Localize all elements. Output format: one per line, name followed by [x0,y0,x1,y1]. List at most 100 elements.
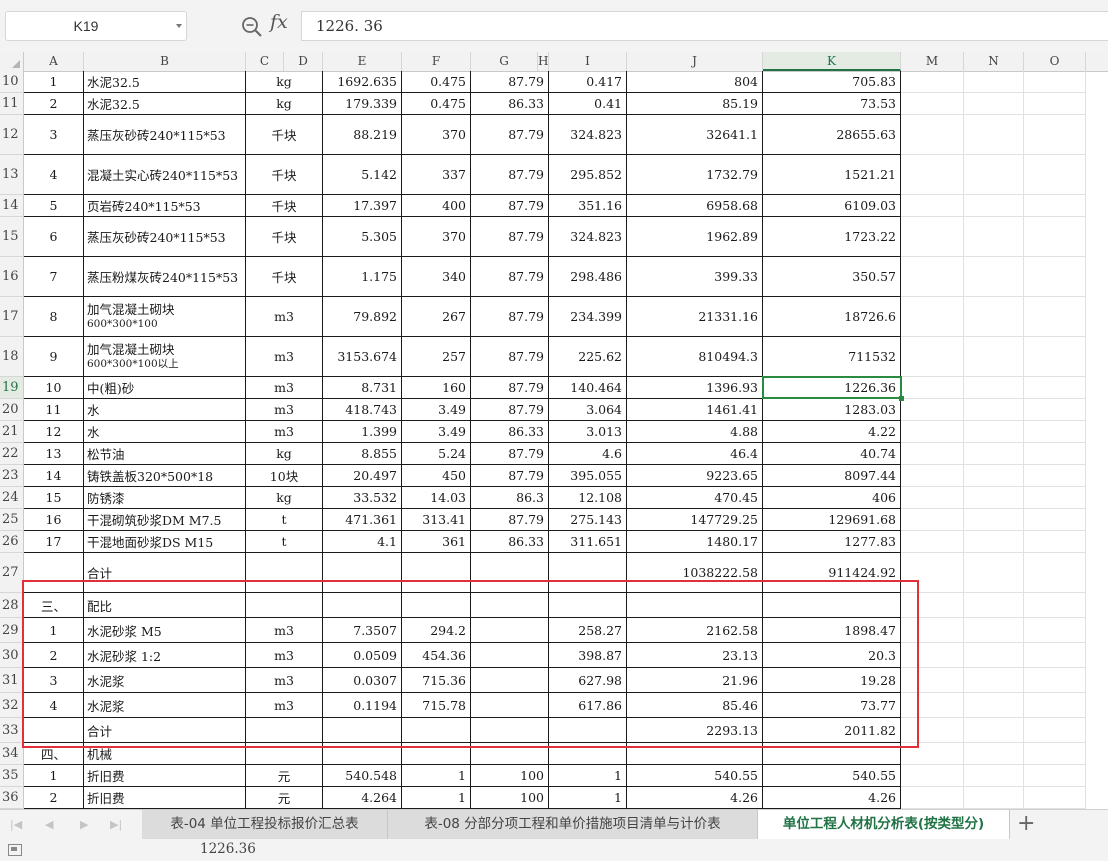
cell-m[interactable] [901,71,964,93]
cell-i[interactable]: 0.41 [549,93,627,115]
prev-sheet-icon[interactable]: ◀ [45,818,53,831]
cell-j[interactable]: 147729.25 [627,509,763,531]
tab-sheet-04[interactable]: 表-04 单位工程投标报价汇总表 [142,810,388,839]
cell-j[interactable]: 21.96 [627,668,763,693]
cell-m[interactable] [901,787,964,809]
cell-j[interactable]: 1038222.58 [627,553,763,593]
cell-c[interactable] [246,718,323,743]
cell-b[interactable]: 防锈漆 [84,487,246,509]
cell-e[interactable]: 1692.635 [323,71,402,93]
cell-g[interactable]: 87.79 [471,115,549,155]
column-header-f[interactable]: F [402,52,471,71]
cell-g[interactable] [471,593,549,618]
cell-g[interactable]: 87.79 [471,465,549,487]
cell-b[interactable]: 干混地面砂浆DS M15 [84,531,246,553]
row-header[interactable]: 31 [0,668,24,693]
cell-b[interactable]: 水泥砂浆 1:2 [84,643,246,668]
cell-c[interactable]: t [246,531,323,553]
row-header[interactable]: 29 [0,618,24,643]
cell-a[interactable]: 13 [24,443,84,465]
cell-o[interactable] [1024,93,1086,115]
cell-n[interactable] [964,377,1024,399]
column-header-j[interactable]: J [627,52,763,71]
cell-g[interactable]: 100 [471,765,549,787]
cell-f[interactable]: 160 [402,377,471,399]
cell-a[interactable]: 14 [24,465,84,487]
cell-e[interactable]: 0.0509 [323,643,402,668]
cell-a[interactable]: 四、 [24,743,84,765]
cell-o[interactable] [1024,195,1086,217]
cell-e[interactable]: 3153.674 [323,337,402,377]
cell-n[interactable] [964,421,1024,443]
cell-m[interactable] [901,668,964,693]
cell-c[interactable]: 千块 [246,217,323,257]
cell-m[interactable] [901,553,964,593]
cell-g[interactable]: 87.79 [471,443,549,465]
cell-g[interactable]: 87.79 [471,337,549,377]
cell-f[interactable]: 3.49 [402,421,471,443]
cell-g[interactable]: 87.79 [471,509,549,531]
cell-m[interactable] [901,443,964,465]
cell-b[interactable]: 配比 [84,593,246,618]
cell-n[interactable] [964,155,1024,195]
cell-f[interactable]: 313.41 [402,509,471,531]
cell-g[interactable] [471,553,549,593]
cell-c[interactable]: m3 [246,297,323,337]
macro-icon[interactable] [8,844,22,856]
row-header[interactable]: 13 [0,155,24,195]
cell-k[interactable]: 350.57 [763,257,901,297]
cell-n[interactable] [964,668,1024,693]
cell-g[interactable]: 87.79 [471,155,549,195]
row-header[interactable]: 30 [0,643,24,668]
cell-k[interactable]: 73.53 [763,93,901,115]
cell-b[interactable]: 铸铁盖板320*500*18 [84,465,246,487]
row-header[interactable]: 34 [0,743,24,765]
cell-i[interactable]: 311.651 [549,531,627,553]
cell-g[interactable]: 86.33 [471,93,549,115]
cell-e[interactable]: 88.219 [323,115,402,155]
cell-g[interactable]: 86.3 [471,487,549,509]
cell-a[interactable]: 11 [24,399,84,421]
cell-e[interactable]: 540.548 [323,765,402,787]
cell-n[interactable] [964,553,1024,593]
cell-o[interactable] [1024,217,1086,257]
cell-f[interactable]: 450 [402,465,471,487]
cell-e[interactable]: 7.3507 [323,618,402,643]
cell-i[interactable]: 295.852 [549,155,627,195]
cell-g[interactable] [471,693,549,718]
row-header[interactable]: 23 [0,465,24,487]
cell-n[interactable] [964,71,1024,93]
row-header[interactable]: 32 [0,693,24,718]
cell-o[interactable] [1024,487,1086,509]
cell-c[interactable]: 元 [246,765,323,787]
cell-c[interactable] [246,743,323,765]
column-header-c[interactable]: C [246,52,284,71]
row-header[interactable]: 14 [0,195,24,217]
cell-i[interactable]: 3.013 [549,421,627,443]
cell-j[interactable]: 6958.68 [627,195,763,217]
cell-b[interactable]: 折旧费 [84,765,246,787]
cell-k[interactable]: 540.55 [763,765,901,787]
cell-c[interactable]: 千块 [246,195,323,217]
cell-m[interactable] [901,337,964,377]
cell-j[interactable]: 1732.79 [627,155,763,195]
cell-k[interactable]: 20.3 [763,643,901,668]
cell-i[interactable]: 3.064 [549,399,627,421]
cell-j[interactable]: 810494.3 [627,337,763,377]
cell-c[interactable]: 千块 [246,115,323,155]
cell-o[interactable] [1024,71,1086,93]
select-all-corner[interactable] [0,52,24,71]
row-header[interactable]: 35 [0,765,24,787]
cell-b[interactable]: 加气混凝土砌块 600*300*100 [84,297,246,337]
row-header[interactable]: 19 [0,377,24,399]
cell-j[interactable]: 1461.41 [627,399,763,421]
cell-e[interactable]: 17.397 [323,195,402,217]
cell-a[interactable]: 3 [24,668,84,693]
cell-a[interactable]: 16 [24,509,84,531]
cell-g[interactable]: 87.79 [471,399,549,421]
cell-b[interactable]: 水泥32.5 [84,71,246,93]
cell-j[interactable]: 540.55 [627,765,763,787]
cell-a[interactable]: 7 [24,257,84,297]
tab-material-analysis[interactable]: 单位工程人材机分析表(按类型分) [758,810,1010,839]
cell-g[interactable]: 86.33 [471,531,549,553]
